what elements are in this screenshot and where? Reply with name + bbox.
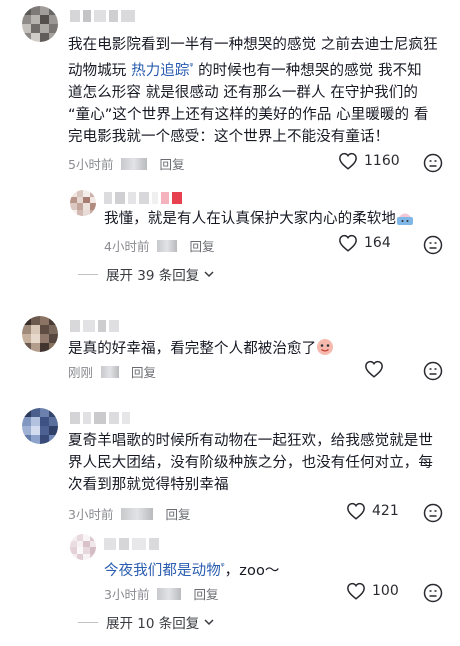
like-count: 421 (372, 503, 399, 519)
expand-replies-button[interactable]: 展开 10 条回复 (78, 612, 215, 632)
reply-text: 我懂，就是有人在认真保护大家内心的柔软地 (104, 208, 424, 233)
timestamp: 5小时前 (68, 157, 114, 172)
comment-meta: 5小时前 回复 (68, 154, 184, 173)
username-redacted[interactable] (70, 410, 130, 426)
frown-face-icon[interactable] (423, 583, 443, 603)
avatar[interactable] (22, 408, 58, 444)
timestamp: 3小时前 (68, 507, 114, 522)
heart-outline-icon (365, 360, 383, 378)
frown-face-icon[interactable] (423, 361, 443, 381)
expand-replies-button[interactable]: 展开 39 条回复 (78, 264, 215, 284)
reply-button[interactable]: 回复 (193, 584, 218, 603)
comment-meta: 刚刚 回复 (68, 362, 156, 381)
frown-face-icon[interactable] (423, 153, 443, 173)
chevron-down-icon (204, 619, 214, 626)
emoji-icon (396, 210, 414, 233)
heart-outline-icon (347, 582, 365, 600)
like-button[interactable] (364, 360, 384, 378)
like-count: 100 (372, 583, 399, 599)
comment-text: 夏奇羊唱歌的时候所有动物在一起狂欢，给我感觉就是世 界人民大团结，没有阶级种族之… (68, 433, 433, 493)
location-redacted (121, 157, 148, 170)
avatar[interactable] (22, 316, 58, 352)
frown-face-icon[interactable] (423, 503, 443, 523)
like-button[interactable]: 1160 (338, 152, 400, 170)
username-redacted[interactable] (70, 318, 119, 334)
reply-button[interactable]: 回复 (159, 154, 184, 173)
location-redacted (101, 365, 120, 378)
reply-meta: 3小时前 回复 (104, 584, 218, 603)
timestamp: 3小时前 (104, 587, 150, 602)
emoji-icon (316, 338, 334, 363)
frown-face-icon[interactable] (423, 235, 443, 255)
avatar[interactable] (22, 6, 58, 42)
like-button[interactable]: 421 (346, 502, 399, 520)
search-link[interactable]: 热力追踪 (131, 63, 189, 79)
timestamp: 刚刚 (68, 365, 94, 380)
like-count: 164 (364, 235, 391, 251)
reply-button[interactable]: 回复 (189, 236, 214, 255)
heart-outline-icon (339, 234, 357, 252)
reply-username-redacted[interactable] (104, 536, 159, 552)
heart-outline-icon (339, 152, 357, 170)
comment-meta: 3小时前 回复 (68, 504, 190, 523)
divider (78, 621, 98, 623)
reply-username-redacted[interactable] (104, 190, 182, 206)
search-link[interactable]: 今夜我们都是动物 (104, 563, 221, 579)
like-button[interactable]: 100 (346, 582, 399, 600)
chevron-down-icon (204, 271, 214, 278)
username-redacted[interactable] (70, 8, 135, 24)
reply-meta: 4小时前 回复 (104, 236, 214, 255)
expand-label: 展开 39 条回复 (106, 268, 200, 284)
heart-outline-icon (347, 502, 365, 520)
location-redacted (157, 587, 182, 600)
like-count: 1160 (364, 153, 400, 169)
reply-button[interactable]: 回复 (131, 362, 156, 381)
reply-text: 今夜我们都是动物ᵠ，zoo～ (104, 562, 280, 579)
timestamp: 4小时前 (104, 239, 150, 254)
comment-text: 我在电影院看到一半有一种想哭的感觉 之前去迪士尼疯狂 动物城玩 热力追踪ᵠ 的时… (68, 37, 438, 145)
location-redacted (157, 239, 178, 252)
reply-avatar[interactable] (70, 534, 96, 560)
location-redacted (121, 507, 154, 520)
divider (78, 273, 98, 275)
like-button[interactable]: 164 (338, 234, 391, 252)
reply-avatar[interactable] (70, 190, 96, 216)
expand-label: 展开 10 条回复 (106, 616, 200, 632)
reply-button[interactable]: 回复 (165, 504, 190, 523)
